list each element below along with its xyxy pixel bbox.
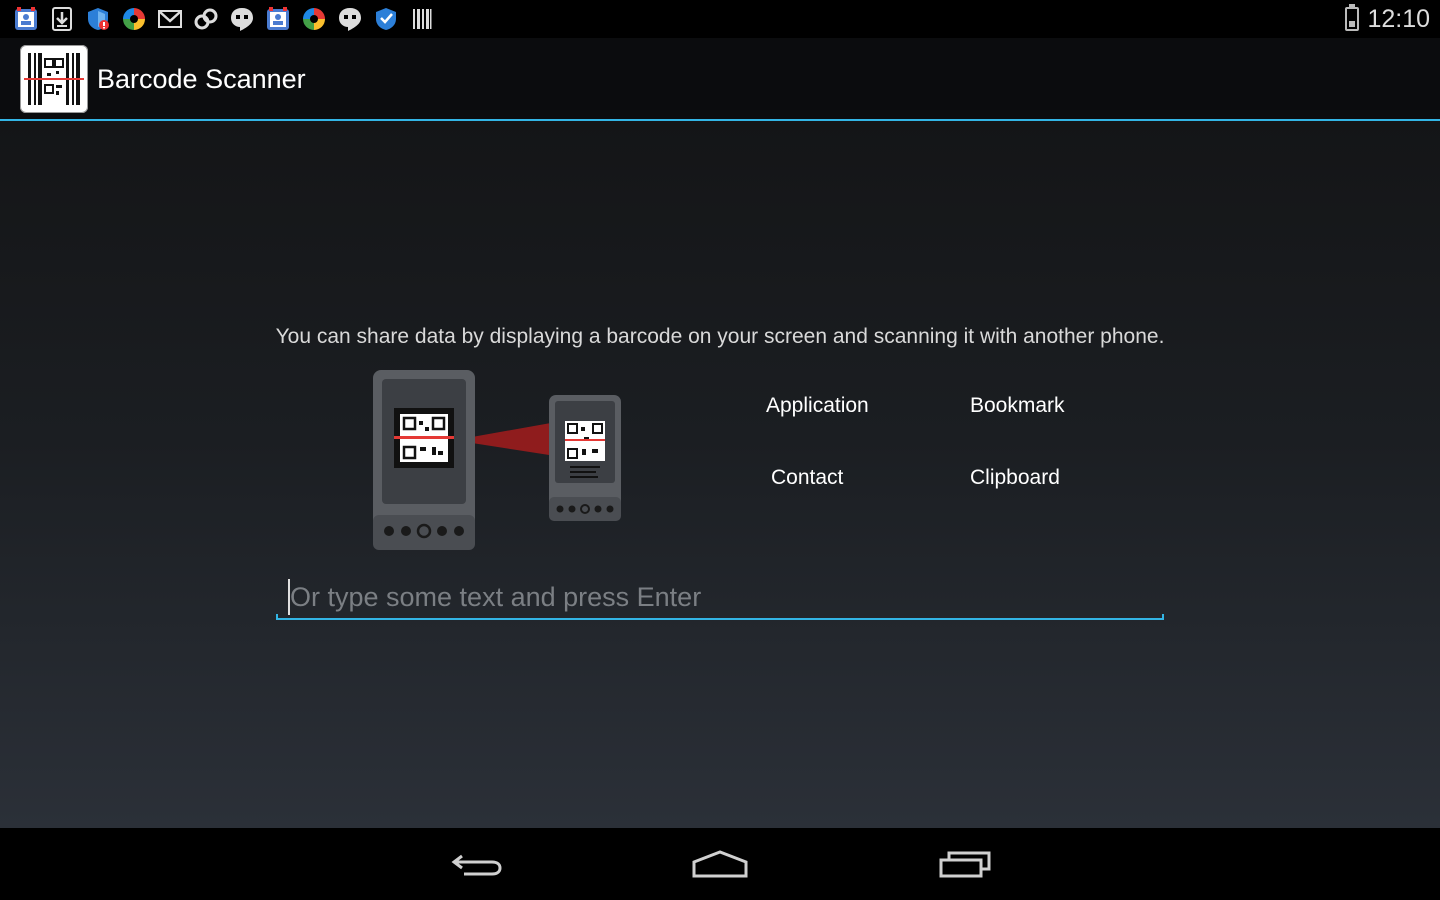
recent-apps-icon xyxy=(939,851,991,878)
clock: 12:10 xyxy=(1367,4,1430,33)
app-title: Barcode Scanner xyxy=(97,64,306,94)
battery-icon xyxy=(1345,4,1360,31)
contacts-icon xyxy=(264,5,292,33)
notification-icons xyxy=(12,5,436,33)
app-logo-icon[interactable] xyxy=(20,45,88,113)
share-clipboard-button[interactable]: Clipboard xyxy=(970,466,1060,490)
share-text-input[interactable] xyxy=(288,576,1152,618)
share-text-field[interactable] xyxy=(276,576,1164,620)
contacts-icon xyxy=(12,5,40,33)
status-right: 12:10 xyxy=(1345,4,1430,34)
shield-icon xyxy=(372,5,400,33)
home-icon xyxy=(692,850,748,878)
status-bar: 12:10 xyxy=(0,0,1440,38)
back-icon xyxy=(451,854,502,876)
info-text: You can share data by displaying a barco… xyxy=(275,325,1165,348)
hangouts-icon xyxy=(336,5,364,33)
recent-apps-button[interactable] xyxy=(929,844,999,884)
back-button[interactable] xyxy=(442,844,512,884)
pinwheel-icon xyxy=(120,5,148,33)
barcode-icon xyxy=(408,5,436,33)
link-icon xyxy=(192,5,220,33)
share-contact-button[interactable]: Contact xyxy=(771,466,843,490)
share-illustration xyxy=(372,369,624,551)
main-content: You can share data by displaying a barco… xyxy=(0,121,1440,828)
text-cursor xyxy=(288,579,290,615)
navigation-bar xyxy=(0,828,1440,900)
gmail-icon xyxy=(156,5,184,33)
shield-alert-icon xyxy=(84,5,112,33)
share-bookmark-button[interactable]: Bookmark xyxy=(970,394,1065,418)
pinwheel-icon xyxy=(300,5,328,33)
action-bar: Barcode Scanner xyxy=(0,38,1440,121)
download-icon xyxy=(48,5,76,33)
hangouts-icon xyxy=(228,5,256,33)
home-button[interactable] xyxy=(685,844,755,884)
share-application-button[interactable]: Application xyxy=(766,394,869,418)
